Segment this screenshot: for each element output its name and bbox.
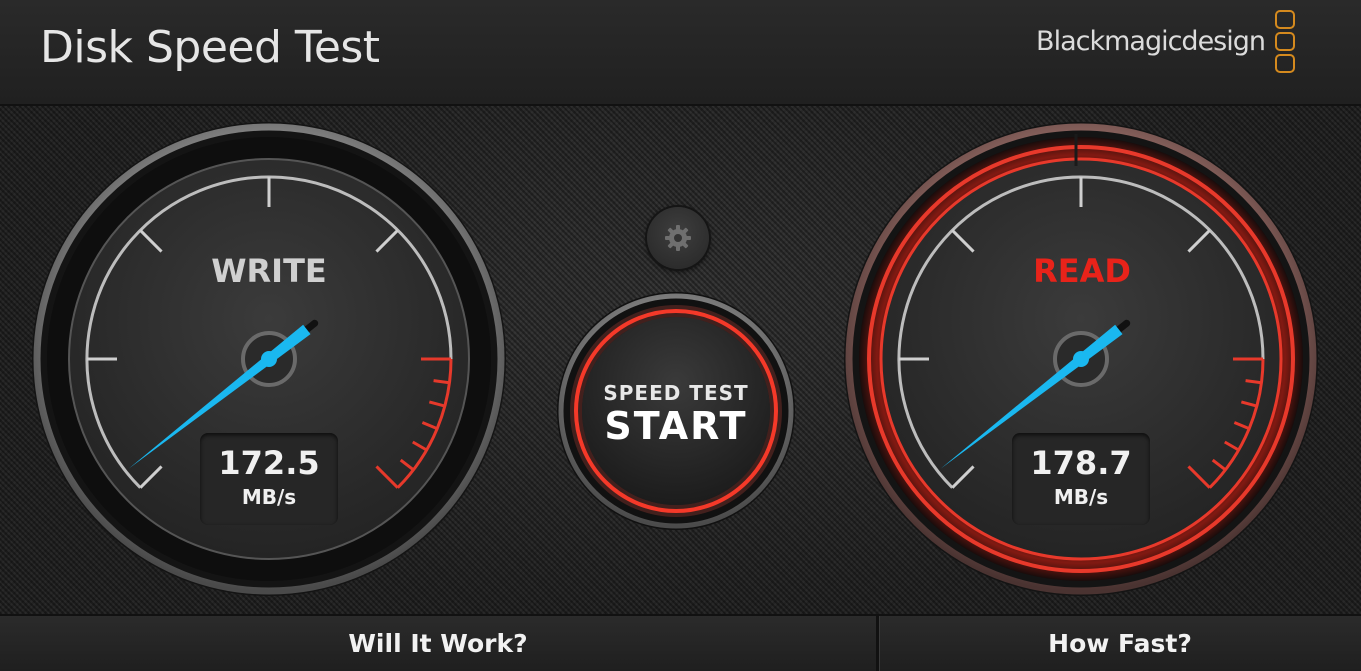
read-label: READ bbox=[1033, 252, 1131, 290]
will-it-work-button[interactable]: Will It Work? bbox=[0, 616, 876, 671]
write-readout: 172.5 MB/s bbox=[200, 433, 338, 525]
write-label: WRITE bbox=[211, 252, 327, 290]
write-unit: MB/s bbox=[241, 485, 297, 509]
write-value: 172.5 bbox=[218, 444, 320, 482]
needle-cap bbox=[1115, 319, 1131, 333]
redline-tick bbox=[1245, 379, 1262, 385]
read-unit: MB/s bbox=[1053, 485, 1109, 509]
start-main-label: START bbox=[604, 404, 748, 448]
read-readout: 178.7 MB/s bbox=[1012, 433, 1150, 525]
settings-button[interactable] bbox=[647, 207, 709, 269]
read-gauge bbox=[844, 122, 1318, 596]
needle-cap bbox=[303, 319, 319, 333]
redline-tick bbox=[433, 379, 450, 385]
start-button-text: SPEED TEST START bbox=[555, 290, 797, 532]
write-gauge bbox=[32, 122, 506, 596]
footer-bar: Will It Work? How Fast? bbox=[0, 614, 1361, 671]
read-value: 178.7 bbox=[1030, 444, 1132, 482]
brand-name: Blackmagicdesign bbox=[1036, 26, 1266, 57]
brand-logo-icon bbox=[1275, 10, 1295, 76]
title-bar: Disk Speed Test Blackmagicdesign bbox=[0, 0, 1361, 106]
start-top-label: SPEED TEST bbox=[603, 381, 749, 405]
gear-icon bbox=[665, 225, 691, 251]
start-button[interactable]: SPEED TEST START bbox=[555, 290, 797, 532]
app-title: Disk Speed Test bbox=[40, 22, 380, 73]
how-fast-button[interactable]: How Fast? bbox=[879, 616, 1361, 671]
